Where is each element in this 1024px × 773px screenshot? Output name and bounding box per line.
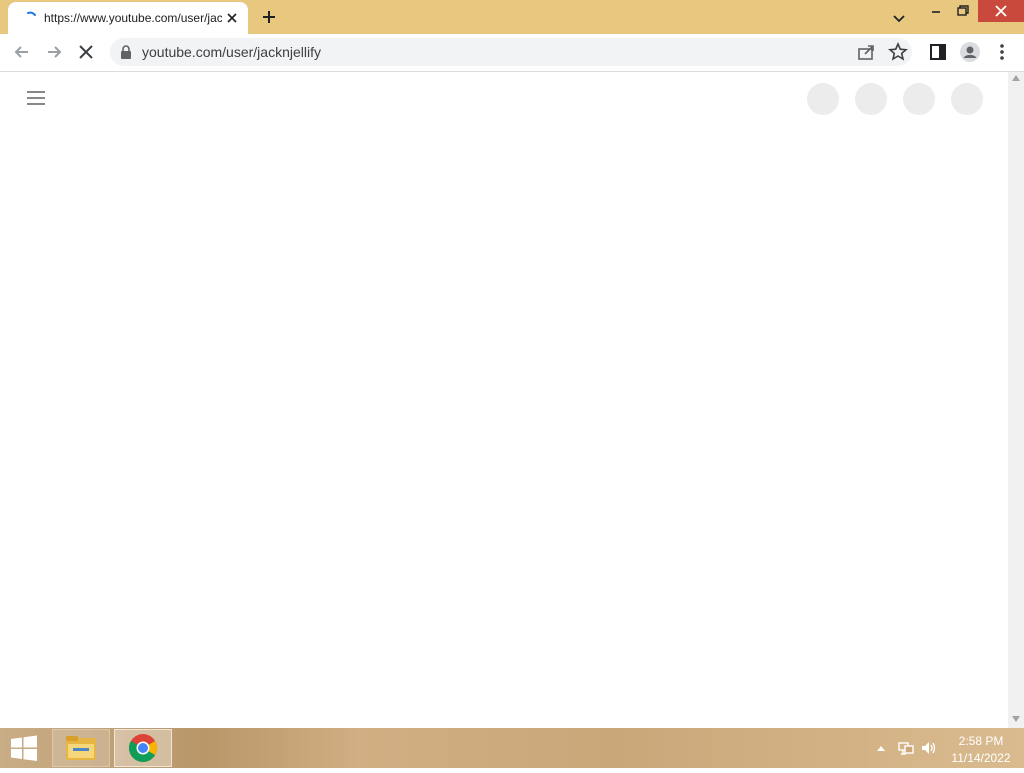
stop-loading-icon[interactable] <box>74 40 98 64</box>
network-icon[interactable] <box>897 740 915 756</box>
star-icon[interactable] <box>886 40 910 64</box>
skeleton-placeholder <box>855 83 887 115</box>
window-close-button[interactable] <box>978 0 1024 22</box>
skeleton-placeholder <box>807 83 839 115</box>
share-icon[interactable] <box>854 40 878 64</box>
tab-title: https://www.youtube.com/user/jacknjellif… <box>44 11 222 25</box>
taskbar-file-explorer[interactable] <box>52 729 110 767</box>
taskbar-chrome[interactable] <box>114 729 172 767</box>
lock-icon[interactable] <box>120 45 132 59</box>
restore-icon[interactable] <box>950 1 974 21</box>
tab-close-icon[interactable] <box>224 10 240 26</box>
new-tab-icon[interactable] <box>260 8 278 26</box>
show-hidden-icons-icon[interactable] <box>876 744 886 752</box>
kebab-menu-icon[interactable] <box>990 40 1014 64</box>
vertical-scrollbar[interactable] <box>1008 72 1024 728</box>
folder-icon <box>66 736 96 760</box>
chevron-down-icon[interactable] <box>890 9 908 27</box>
windows-logo-icon <box>11 735 37 761</box>
minimize-icon[interactable] <box>924 1 948 21</box>
volume-icon[interactable] <box>920 740 938 756</box>
start-button[interactable] <box>0 728 48 768</box>
clock-date[interactable]: 11/14/2022 <box>946 751 1016 765</box>
side-panel-icon[interactable] <box>926 40 950 64</box>
url-text[interactable]: youtube.com/user/jacknjellify <box>142 44 321 60</box>
hamburger-menu-icon[interactable] <box>26 90 46 106</box>
page-content <box>0 72 1008 728</box>
browser-tab[interactable]: https://www.youtube.com/user/jacknjellif… <box>8 2 248 34</box>
back-icon[interactable] <box>10 40 34 64</box>
skeleton-placeholder <box>903 83 935 115</box>
scroll-down-icon[interactable] <box>1012 716 1020 722</box>
skeleton-placeholder <box>951 83 983 115</box>
chrome-icon <box>129 734 157 762</box>
loading-spinner-icon <box>27 11 36 16</box>
close-icon <box>995 5 1007 17</box>
profile-icon[interactable] <box>958 40 982 64</box>
scroll-up-icon[interactable] <box>1012 75 1020 81</box>
clock-time[interactable]: 2:58 PM <box>946 734 1016 748</box>
forward-icon[interactable] <box>42 40 66 64</box>
